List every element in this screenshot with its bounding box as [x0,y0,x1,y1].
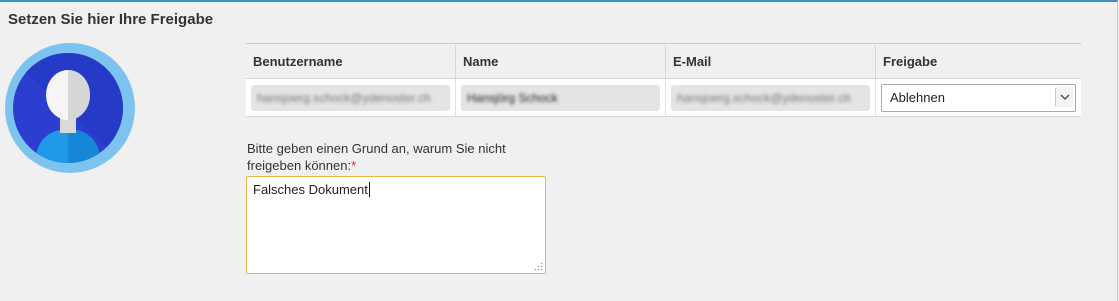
reason-text: Falsches Dokument [253,182,368,197]
text-cursor [368,182,370,197]
chevron-down-icon[interactable] [1055,86,1073,107]
column-header-username[interactable]: Benutzername [246,43,456,79]
resize-grip-icon[interactable] [534,262,543,271]
cell-email: hansjoerg.schock@ydenoster.ch [665,78,876,117]
approval-table: Benutzername Name E-Mail Freigabe hansjo… [246,43,1081,117]
column-header-name[interactable]: Name [455,43,666,79]
username-value: hansjoerg.schock@ydenoster.ch [257,90,431,105]
email-field: hansjoerg.schock@ydenoster.ch [671,84,870,111]
required-marker: * [351,158,357,173]
table-header-row: Benutzername Name E-Mail Freigabe [246,43,1081,79]
username-field: hansjoerg.schock@ydenoster.ch [251,84,450,111]
table-row: hansjoerg.schock@ydenoster.ch Hansjörg S… [246,78,1081,117]
release-panel: Setzen Sie hier Ihre Freigabe Benutzerna… [0,0,1118,301]
cell-release: Ablehnen [875,78,1081,117]
reason-label-line2: freigeben können: [247,158,352,173]
release-select[interactable]: Ablehnen [881,83,1076,112]
cell-name: Hansjörg Schock [455,78,666,117]
reason-label: Bitte geben einen Grund an, warum Sie ni… [247,140,537,174]
reason-label-line1: Bitte geben einen Grund an, warum Sie ni… [247,141,506,156]
column-header-release[interactable]: Freigabe [875,43,1081,79]
cell-username: hansjoerg.schock@ydenoster.ch [246,78,456,117]
user-avatar-icon [5,43,135,173]
name-field: Hansjörg Schock [461,84,660,111]
email-value: hansjoerg.schock@ydenoster.ch [677,90,851,105]
reason-textarea[interactable]: Falsches Dokument [246,176,546,274]
panel-title: Setzen Sie hier Ihre Freigabe [8,11,214,28]
column-header-email[interactable]: E-Mail [665,43,876,79]
name-value: Hansjörg Schock [467,90,558,105]
release-select-value: Ablehnen [890,90,945,105]
